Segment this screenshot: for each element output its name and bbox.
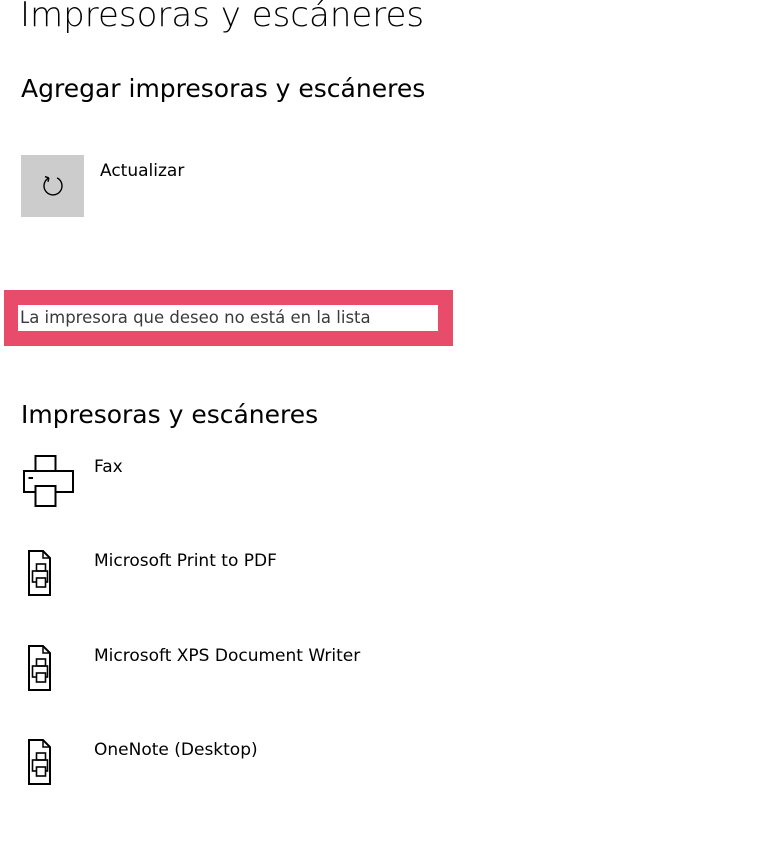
device-item-onenote[interactable]: OneNote (Desktop) [20,738,520,798]
device-item-fax[interactable]: Fax [20,455,520,515]
device-name: Microsoft XPS Document Writer [94,646,361,666]
missing-printer-link[interactable]: La impresora que deseo no está en la lis… [20,307,371,329]
device-item-print-to-pdf[interactable]: Microsoft Print to PDF [20,549,520,609]
document-printer-icon [28,645,51,691]
device-name: OneNote (Desktop) [94,740,258,760]
fax-printer-icon [23,455,74,507]
refresh-label[interactable]: Actualizar [100,159,184,183]
missing-printer-link-container: La impresora que deseo no está en la lis… [18,305,438,331]
document-printer-icon [28,550,51,596]
device-name: Fax [94,457,123,477]
device-item-xps-writer[interactable]: Microsoft XPS Document Writer [20,644,520,704]
document-printer-icon [28,739,51,785]
device-name: Microsoft Print to PDF [94,551,277,571]
page-title: Impresoras y escáneres [20,0,425,35]
refresh-icon [42,175,63,196]
add-printers-section-title: Agregar impresoras y escáneres [21,74,426,103]
printers-list-title: Impresoras y escáneres [21,400,319,429]
refresh-button[interactable] [21,155,84,217]
